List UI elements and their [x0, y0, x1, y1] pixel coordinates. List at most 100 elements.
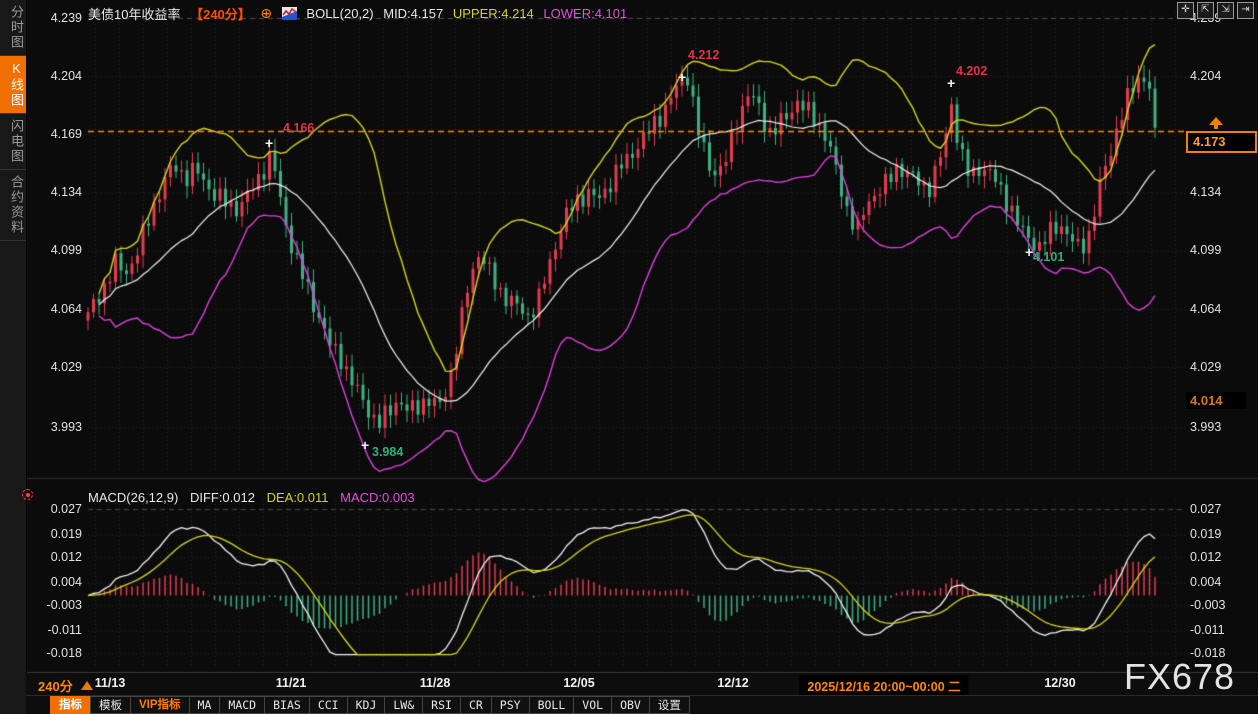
zoom-out-icon: ⇲ — [1221, 4, 1229, 15]
pan-right-icon: ⇥ — [1241, 4, 1249, 15]
price-axis-label: 4.099 — [1190, 243, 1250, 258]
sidebar: 分时图K线图闪电图合约资料 — [0, 0, 27, 714]
toolbar-item-psy[interactable]: PSY — [491, 696, 530, 714]
price-axis-label: 3.993 — [1190, 420, 1250, 435]
macd-axis-label: 0.012 — [1190, 550, 1250, 565]
toolbar-item-template[interactable]: 模板 — [90, 696, 131, 714]
toolbar-item-ma[interactable]: MA — [189, 696, 221, 714]
sidebar-item-contract-info[interactable]: 合约资料 — [0, 170, 26, 241]
macd-axis-label: 0.027 — [1190, 502, 1250, 517]
add-indicator-icon[interactable]: ⊕ — [260, 5, 272, 21]
mini-chart-icon[interactable] — [282, 6, 297, 21]
price-axis-label: 4.239 — [36, 11, 82, 26]
price-axis-label: 4.204 — [36, 69, 82, 84]
cross-marker-icon: + — [1025, 247, 1033, 257]
macd-dea-value: DEA:0.011 — [267, 490, 329, 505]
cross-marker-icon: + — [678, 72, 686, 82]
zoom-in-button[interactable]: ⇱ — [1197, 2, 1214, 19]
price-up-arrow-icon — [1209, 117, 1223, 125]
price-axis-label: 4.064 — [1190, 302, 1250, 317]
price-axis-label: 4.204 — [1190, 69, 1250, 84]
toolbar-item-indicator[interactable]: 指标 — [50, 696, 91, 714]
period-label: 【240分】 — [190, 7, 251, 22]
price-annotation: 4.212 — [688, 48, 719, 62]
period-selector-label: 240分 — [38, 679, 73, 694]
pan-right-button[interactable]: ⇥ — [1237, 2, 1254, 19]
sidebar-item-lightning-chart[interactable]: 闪电图 — [0, 114, 26, 170]
boll-mid-value: MID:4.157 — [383, 6, 443, 21]
crosshair-button[interactable]: ✛ — [1177, 2, 1194, 19]
watermark: FX678 — [1124, 656, 1235, 698]
macd-axis-label: 0.019 — [1190, 527, 1250, 542]
date-axis: 240分 2025/12/16 20:00~00:00 二 11/13 11/21… — [26, 673, 1258, 695]
sidebar-item-time-chart[interactable]: 分时图 — [0, 0, 26, 56]
app-window: 分时图K线图闪电图合约资料 美债10年收益率 【240分】 ⊕ BOLL(20,… — [0, 0, 1258, 714]
price-annotation: 3.984 — [372, 445, 403, 459]
macd-axis-label: -0.011 — [1190, 623, 1250, 638]
boll-label: BOLL(20,2) — [306, 6, 373, 21]
date-label: 11/21 — [276, 676, 307, 690]
current-price-box: 4.173 — [1186, 131, 1257, 153]
macd-axis-label: 0.012 — [36, 550, 82, 565]
date-label: 11/13 — [95, 676, 126, 690]
price-axis-label: 4.134 — [1190, 185, 1250, 200]
period-selector[interactable]: 240分 — [26, 676, 93, 695]
chart-header: 美债10年收益率 【240分】 ⊕ BOLL(20,2) MID:4.157 U… — [88, 4, 633, 23]
chart-zoom-toolbar: ✛ ⇱ ⇲ ⇥ — [1177, 2, 1254, 19]
date-label: 12/12 — [717, 676, 748, 690]
triangle-up-icon — [81, 681, 93, 690]
price-annotation: 4.101 — [1033, 250, 1064, 264]
toolbar-item-cci[interactable]: CCI — [309, 696, 348, 714]
macd-axis-label: 0.019 — [36, 527, 82, 542]
price-axis-label: 4.099 — [36, 243, 82, 258]
sidebar-item-kline-chart[interactable]: K线图 — [0, 56, 26, 114]
date-highlight-label: 2025/12/16 20:00~00:00 二 — [799, 675, 968, 696]
toolbar-item-obv[interactable]: OBV — [611, 696, 650, 714]
macd-header: MACD(26,12,9) DIFF:0.012 DEA:0.011 MACD:… — [88, 490, 423, 505]
macd-axis-label: -0.018 — [36, 646, 82, 661]
price-axis-label: 4.169 — [36, 127, 82, 142]
macd-axis-label: -0.003 — [1190, 598, 1250, 613]
zoom-out-button[interactable]: ⇲ — [1217, 2, 1234, 19]
macd-axis-label: 0.004 — [1190, 575, 1250, 590]
indicator-dot-icon[interactable] — [22, 489, 33, 500]
toolbar-item-vol[interactable]: VOL — [573, 696, 612, 714]
macd-axis-label: 0.004 — [36, 575, 82, 590]
toolbar-item-lw[interactable]: LW& — [384, 696, 423, 714]
cross-marker-icon: + — [947, 78, 955, 88]
date-label: 12/05 — [563, 676, 594, 690]
macd-axis-label: -0.011 — [36, 623, 82, 638]
price-axis-label: 4.029 — [1190, 360, 1250, 375]
toolbar-item-cr[interactable]: CR — [460, 696, 492, 714]
toolbar-item-vip-indicator[interactable]: VIP指标 — [130, 696, 190, 714]
zoom-in-icon: ⇱ — [1201, 4, 1209, 15]
boll-upper-value: UPPER:4.214 — [453, 6, 534, 21]
crosshair-icon: ✛ — [1181, 4, 1189, 15]
price-axis-label: 4.064 — [36, 302, 82, 317]
macd-diff-value: DIFF:0.012 — [190, 490, 255, 505]
cross-marker-icon: + — [361, 440, 369, 450]
toolbar-item-kdj[interactable]: KDJ — [347, 696, 386, 714]
macd-axis-label: -0.003 — [36, 598, 82, 613]
price-annotation: 4.166 — [283, 121, 314, 135]
boll-lower-value: LOWER:4.101 — [543, 6, 627, 21]
macd-macd-value: MACD:0.003 — [340, 490, 414, 505]
macd-axis-label: 0.027 — [36, 502, 82, 517]
toolbar-item-rsi[interactable]: RSI — [422, 696, 461, 714]
price-axis-label: 4.029 — [36, 360, 82, 375]
indicator-toolbar: 指标模板VIP指标MAMACDBIASCCIKDJLW&RSICRPSYBOLL… — [26, 695, 1258, 714]
price-axis-label: 3.993 — [36, 420, 82, 435]
toolbar-item-bias[interactable]: BIAS — [264, 696, 310, 714]
price-axis-label: 4.134 — [36, 185, 82, 200]
price-annotation: 4.202 — [956, 64, 987, 78]
toolbar-item-boll[interactable]: BOLL — [529, 696, 575, 714]
toolbar-item-settings[interactable]: 设置 — [649, 696, 690, 714]
instrument-title: 美债10年收益率 — [88, 7, 180, 22]
settle-price-box: 4.014 — [1186, 392, 1246, 409]
cross-marker-icon: + — [265, 138, 273, 148]
date-label: 11/28 — [420, 676, 451, 690]
chart-canvas[interactable] — [0, 0, 1258, 714]
macd-indicator-label: MACD(26,12,9) — [88, 490, 178, 505]
date-label: 12/30 — [1044, 676, 1075, 690]
toolbar-item-macd[interactable]: MACD — [219, 696, 265, 714]
